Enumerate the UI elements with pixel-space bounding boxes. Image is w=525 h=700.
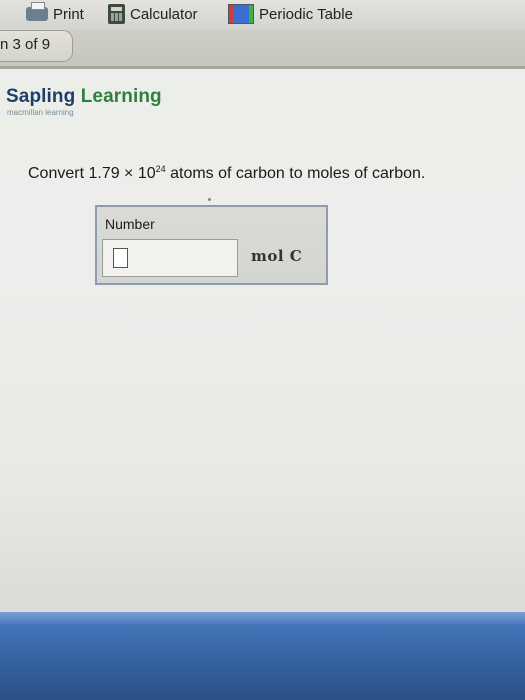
answer-label: Number xyxy=(105,216,155,232)
logo-tagline: macmillan learning xyxy=(7,108,74,117)
decorative-dot xyxy=(208,198,211,201)
print-button[interactable]: Print xyxy=(26,2,84,26)
question-suffix: atoms of carbon to moles of carbon. xyxy=(165,165,426,182)
calculator-label: Calculator xyxy=(130,5,198,23)
header-divider xyxy=(0,66,525,69)
question-nav-bar: n 3 of 9 xyxy=(0,30,525,68)
periodic-table-label: Periodic Table xyxy=(259,5,353,23)
answer-input-area[interactable] xyxy=(102,239,238,277)
logo-name-part1: Sapling xyxy=(6,86,81,107)
print-label: Print xyxy=(53,5,84,23)
periodic-table-button[interactable]: Periodic Table xyxy=(228,2,353,26)
logo-name: Sapling Learning xyxy=(6,86,162,108)
toolbar: Print Calculator Periodic Table xyxy=(0,0,525,31)
question-exponent: 24 xyxy=(155,164,166,174)
periodic-table-icon xyxy=(228,4,254,24)
bottom-band xyxy=(0,612,525,700)
question-counter-tab[interactable]: n 3 of 9 xyxy=(0,30,73,62)
question-prefix: Convert 1.79 × 10 xyxy=(28,165,156,182)
calculator-button[interactable]: Calculator xyxy=(108,2,198,26)
answer-unit: mol C xyxy=(251,247,303,265)
screen: Print Calculator Periodic Table n 3 of 9… xyxy=(0,0,525,700)
answer-box: Number mol C xyxy=(95,205,328,285)
calculator-icon xyxy=(108,4,125,24)
question-text: Convert 1.79 × 1024 atoms of carbon to m… xyxy=(28,164,426,183)
sapling-learning-logo: Sapling Learning macmillan learning xyxy=(6,86,162,117)
answer-input[interactable] xyxy=(113,248,128,268)
printer-icon xyxy=(26,2,48,21)
question-counter: n 3 of 9 xyxy=(0,36,51,53)
logo-name-part2: Learning xyxy=(80,86,162,107)
